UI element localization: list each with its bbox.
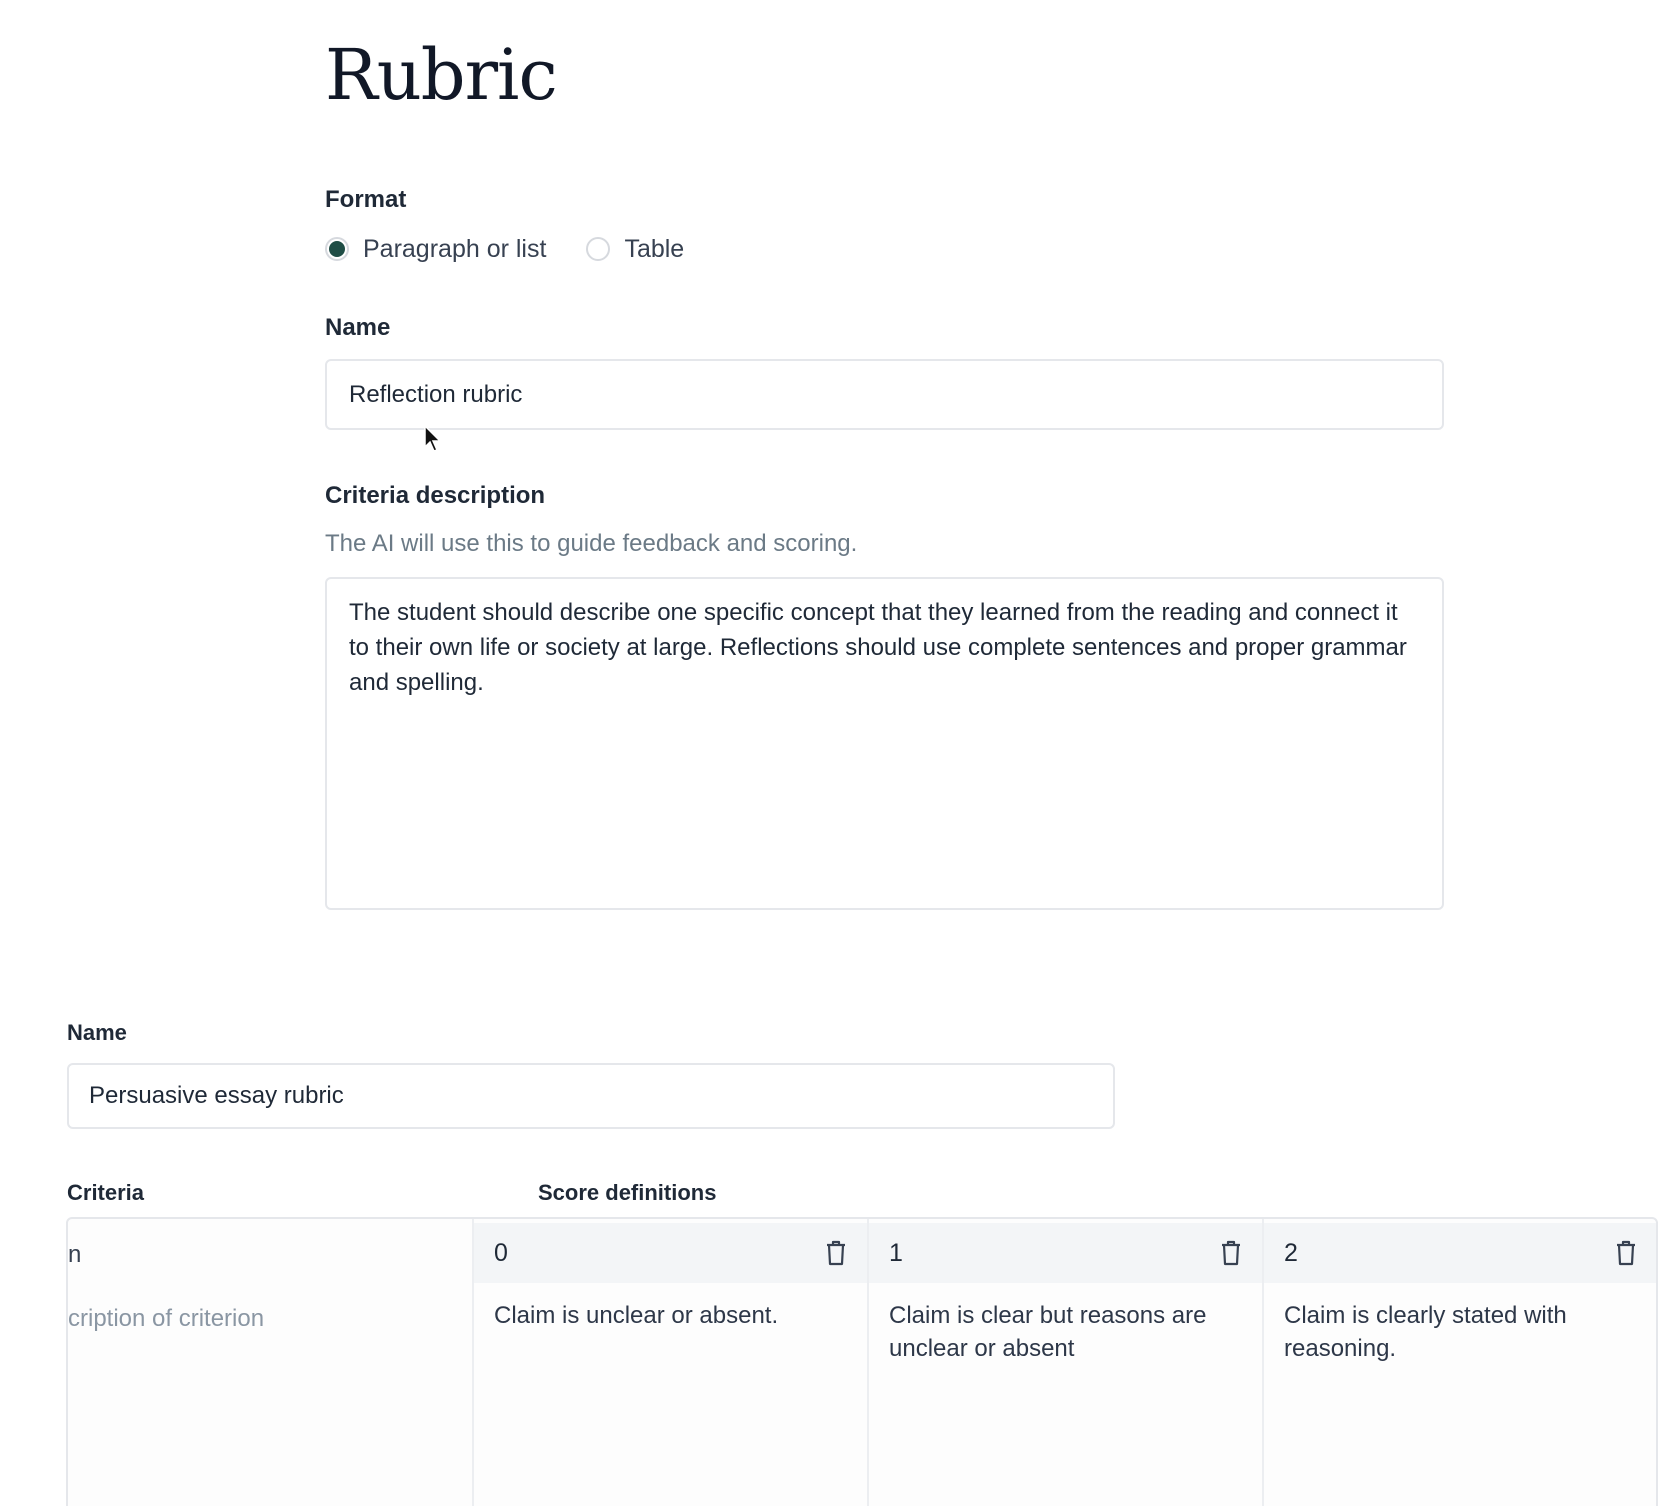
cursor-arrow-icon xyxy=(424,425,442,452)
trash-icon[interactable] xyxy=(1615,1240,1637,1266)
score-definition-1[interactable]: Claim is clear but reasons are unclear o… xyxy=(889,1299,1229,1365)
radio-checked-icon[interactable] xyxy=(325,237,349,261)
criteria-column-header: Criteria xyxy=(67,1180,145,1205)
criterion-column: n cription of criterion xyxy=(68,1219,474,1506)
score-header-2: 2 xyxy=(1264,1223,1656,1283)
score-column-0: 0 Claim is unclear or absent. xyxy=(474,1219,869,1506)
criterion-description-input[interactable]: cription of criterion xyxy=(68,1305,264,1333)
criteria-description-textarea[interactable]: The student should describe one specific… xyxy=(325,577,1444,910)
score-definitions-header: Score definitions xyxy=(538,1180,717,1205)
table-name-input[interactable]: Persuasive essay rubric xyxy=(67,1063,1115,1129)
score-definition-2[interactable]: Claim is clearly stated with reasoning. xyxy=(1284,1299,1624,1365)
criterion-name-input[interactable]: n xyxy=(68,1241,81,1269)
score-value-1[interactable]: 1 xyxy=(889,1239,903,1268)
table-name-input-value: Persuasive essay rubric xyxy=(89,1082,344,1109)
score-header-1: 1 xyxy=(869,1223,1262,1283)
score-definition-0[interactable]: Claim is unclear or absent. xyxy=(494,1299,834,1332)
table-name-label: Name xyxy=(67,1020,127,1045)
trash-icon[interactable] xyxy=(1220,1240,1242,1266)
format-option-table[interactable]: Table xyxy=(586,235,684,264)
trash-icon[interactable] xyxy=(825,1240,847,1266)
format-radio-group: Paragraph or list Table xyxy=(325,232,724,266)
rubric-page: Rubric Format Paragraph or list Table Na… xyxy=(0,0,1666,1506)
score-header-0: 0 xyxy=(474,1223,867,1283)
name-input-value: Reflection rubric xyxy=(349,380,523,408)
name-label: Name xyxy=(325,314,391,341)
criteria-description-label: Criteria description xyxy=(325,482,546,509)
format-label: Format xyxy=(325,186,407,213)
format-option-table-label: Table xyxy=(624,234,685,263)
score-value-2[interactable]: 2 xyxy=(1284,1239,1298,1268)
name-input[interactable]: Reflection rubric xyxy=(325,359,1444,430)
score-value-0[interactable]: 0 xyxy=(494,1239,508,1268)
rubric-table: n cription of criterion 0 Claim is uncle… xyxy=(66,1217,1658,1506)
score-column-1: 1 Claim is clear but reasons are unclear… xyxy=(869,1219,1264,1506)
radio-unchecked-icon[interactable] xyxy=(586,237,611,261)
criteria-helper-text: The AI will use this to guide feedback a… xyxy=(325,530,858,557)
format-option-paragraph[interactable]: Paragraph or list xyxy=(325,235,546,264)
score-column-2: 2 Claim is clearly stated with reasoning… xyxy=(1264,1219,1656,1506)
format-option-paragraph-label: Paragraph or list xyxy=(363,234,547,263)
page-title: Rubric xyxy=(325,34,558,116)
